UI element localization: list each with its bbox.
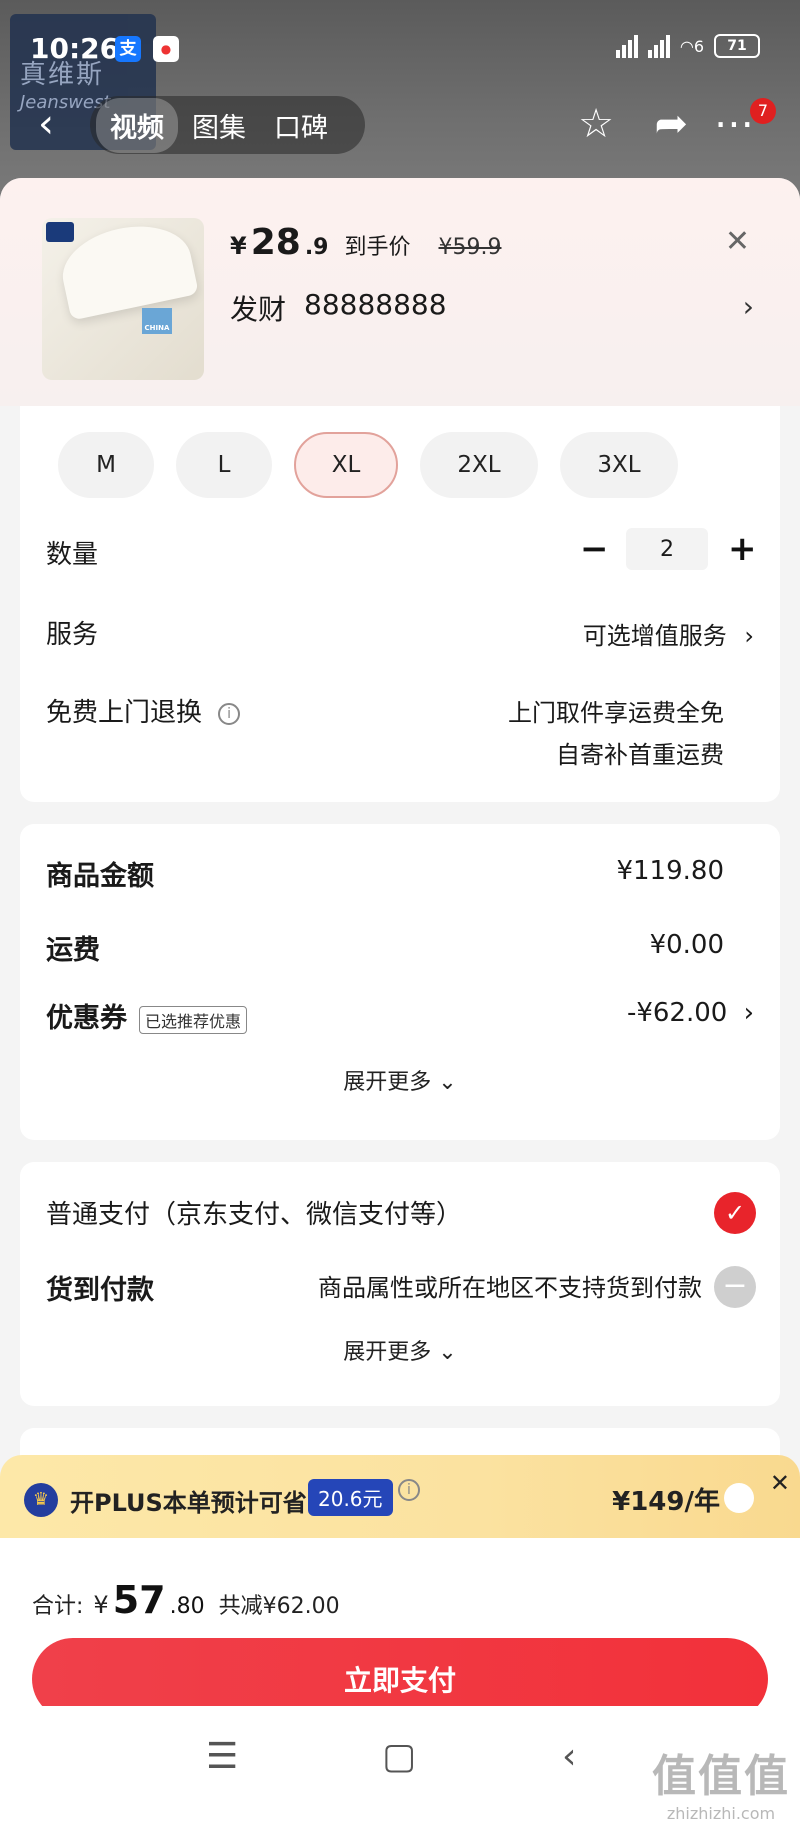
status-indicators: ◠6 71 — [615, 34, 760, 58]
chevron-down-icon: ⌄ — [438, 1340, 457, 1365]
total-symbol: ¥ — [93, 1591, 109, 1619]
size-selector: M L XL 2XL 3XL — [58, 432, 678, 498]
size-option-2xl[interactable]: 2XL — [420, 432, 538, 498]
coupon-selector[interactable]: -¥62.00 › — [627, 998, 754, 1028]
total-decimal: .80 — [169, 1594, 205, 1619]
plus-price: ¥149/年 — [612, 1487, 720, 1517]
price-symbol: ¥ — [230, 232, 247, 260]
product-header: CHINA ¥ 28 .9 到手价 ¥59.9 发财 88888888 ✕ › — [0, 178, 800, 406]
media-tabs: 视频 图集 口碑 — [90, 96, 365, 154]
coupon-label-text: 优惠券 — [46, 1003, 127, 1034]
chevron-right-icon[interactable]: › — [743, 290, 754, 323]
service-selector[interactable]: 可选增值服务 › — [583, 616, 754, 651]
quantity-stepper: − 2 + — [580, 528, 757, 570]
quantity-label: 数量 — [46, 540, 99, 570]
crown-icon: ♛ — [24, 1483, 58, 1517]
coupon-label: 优惠券 已选推荐优惠 — [46, 996, 248, 1035]
cod-note: 商品属性或所在地区不支持货到付款 — [318, 1274, 702, 1302]
service-label: 服务 — [46, 620, 99, 650]
cod-label: 货到付款 — [46, 1275, 154, 1306]
star-icon[interactable]: ☆ — [578, 100, 614, 148]
product-image[interactable]: CHINA — [42, 218, 204, 380]
coupon-value: -¥62.00 — [626, 998, 728, 1028]
china-patch: CHINA — [142, 308, 172, 334]
variant-code: 88888888 — [304, 288, 447, 321]
return-label-text: 免费上门退换 — [46, 698, 203, 728]
info-icon[interactable]: i — [218, 702, 241, 725]
tab-gallery[interactable]: 图集 — [178, 98, 260, 153]
normal-payment-label[interactable]: 普通支付（京东支付、微信支付等） — [46, 1194, 462, 1231]
plus-upsell-bar[interactable]: ♛ 开PLUS本单预计可省 20.6元 i ¥149/年 ✕ — [0, 1455, 800, 1543]
total-integer: 57 — [112, 1578, 166, 1622]
size-option-l[interactable]: L — [176, 432, 272, 498]
watermark-logo: 值值值 — [652, 1751, 790, 1802]
size-option-m[interactable]: M — [58, 432, 154, 498]
total-line: 合计: ¥ 57 .80 共减¥62.00 — [32, 1578, 340, 1622]
options-card: M L XL 2XL 3XL 数量 − 2 + 服务 可选增值服务 › 免费上门… — [20, 406, 780, 802]
checkmark-icon[interactable]: ✓ — [714, 1192, 756, 1234]
home-icon[interactable]: ▢ — [382, 1736, 416, 1777]
size-option-xl[interactable]: XL — [294, 432, 398, 498]
expand-more-label: 展开更多 — [343, 1070, 432, 1095]
map-icon: ● — [153, 36, 179, 62]
notification-badge: 7 — [750, 98, 776, 124]
watermark: 值值值 zhizhizhi.com — [652, 1740, 790, 1822]
return-policy: 上门取件享运费全免 自寄补首重运费 — [508, 692, 724, 776]
shipping-value: ¥0.00 — [649, 930, 724, 960]
back-icon[interactable]: ‹ — [38, 104, 54, 144]
goods-amount-value: ¥119.80 — [616, 856, 724, 886]
share-icon[interactable]: ➦ — [654, 100, 688, 148]
decrease-button[interactable]: − — [580, 529, 609, 569]
selected-variant[interactable]: 发财 88888888 — [230, 288, 447, 328]
service-value: 可选增值服务 — [582, 622, 727, 650]
expand-more-amounts[interactable]: 展开更多 ⌄ — [20, 1064, 780, 1096]
signal-icon — [615, 34, 638, 58]
status-time: 10:26 — [30, 32, 120, 65]
plus-save-badge: 20.6元 — [308, 1479, 393, 1516]
coupon-tag: 已选推荐优惠 — [139, 1005, 248, 1034]
menu-icon[interactable]: ☰ — [206, 1736, 238, 1777]
expand-more-label: 展开更多 — [343, 1340, 432, 1365]
chevron-right-icon: › — [743, 998, 754, 1028]
return-policy-line2: 自寄补首重运费 — [556, 741, 724, 769]
original-price: ¥59.9 — [438, 235, 502, 260]
watermark-url: zhizhizhi.com — [666, 1804, 776, 1822]
tab-reviews[interactable]: 口碑 — [260, 98, 342, 153]
chevron-down-icon: ⌄ — [438, 1070, 457, 1095]
more-icon[interactable]: ⋯ — [714, 100, 754, 148]
tab-video[interactable]: 视频 — [96, 97, 178, 153]
signal-icon-2 — [647, 34, 670, 58]
wifi-icon: ◠6 — [679, 36, 704, 56]
quantity-value[interactable]: 2 — [626, 528, 708, 570]
payment-card: 普通支付（京东支付、微信支付等） ✓ 货到付款 商品属性或所在地区不支持货到付款… — [20, 1162, 780, 1406]
goods-amount-label: 商品金额 — [46, 861, 154, 892]
plus-radio[interactable] — [724, 1483, 754, 1513]
plus-text: 开PLUS本单预计可省 — [70, 1489, 307, 1517]
increase-button[interactable]: + — [728, 529, 757, 569]
shipping-label: 运费 — [46, 935, 100, 966]
battery-icon: 71 — [714, 34, 760, 58]
close-icon[interactable]: ✕ — [770, 1469, 790, 1497]
price-integer: 28 — [250, 222, 301, 263]
amount-card: 商品金额 ¥119.80 运费 ¥0.00 优惠券 已选推荐优惠 -¥62.00 … — [20, 824, 780, 1140]
close-icon[interactable]: ✕ — [725, 224, 750, 259]
total-label: 合计: — [32, 1594, 84, 1619]
back-nav-icon[interactable]: ‹ — [562, 1736, 576, 1777]
info-icon[interactable]: i — [398, 1479, 420, 1501]
expand-more-payment[interactable]: 展开更多 ⌄ — [20, 1334, 780, 1366]
alipay-icon: 支 — [115, 36, 141, 62]
price-line: ¥ 28 .9 到手价 ¥59.9 — [230, 222, 501, 263]
price-decimal: .9 — [304, 235, 329, 260]
brand-badge — [46, 222, 74, 242]
variant-color: 发财 — [230, 293, 287, 326]
size-option-3xl[interactable]: 3XL — [560, 432, 678, 498]
disabled-radio-icon: − — [714, 1266, 756, 1308]
total-saved: 共减¥62.00 — [218, 1594, 340, 1619]
return-label: 免费上门退换 i — [46, 692, 241, 729]
shirt-collar-shape — [55, 218, 199, 321]
price-label: 到手价 — [344, 235, 411, 260]
chevron-right-icon: › — [744, 622, 754, 650]
return-policy-line1: 上门取件享运费全免 — [508, 699, 724, 727]
